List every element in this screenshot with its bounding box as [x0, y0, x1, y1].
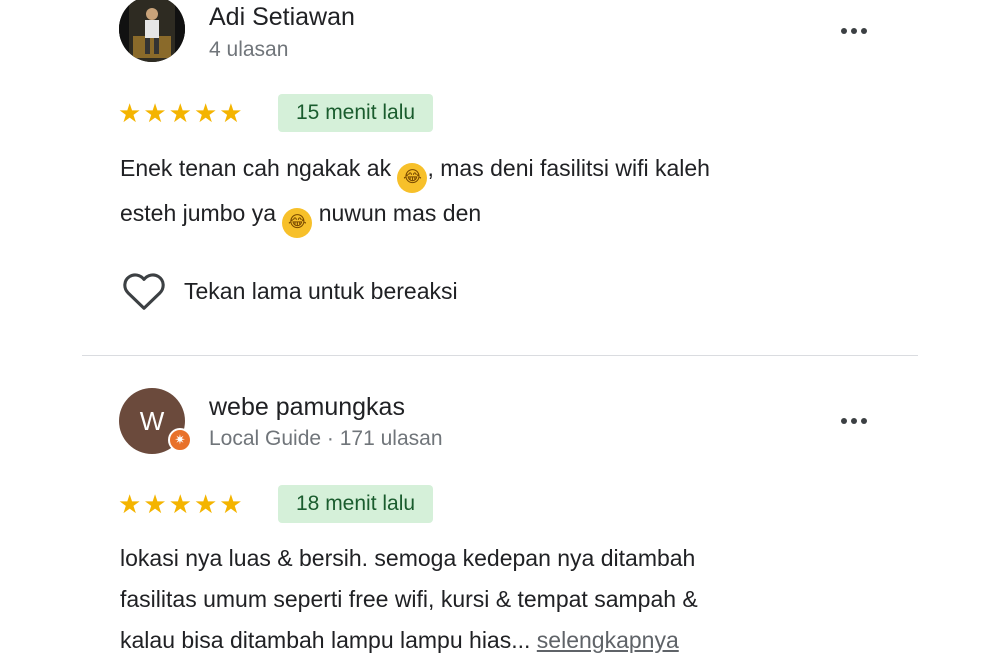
review-text: Enek tenan cah ngakak ak 😂, mas deni fas… — [120, 148, 900, 238]
star-icon: ★ — [168, 489, 192, 519]
author-meta: Local Guide · 171 ulasan — [209, 427, 443, 450]
dot-icon — [851, 28, 857, 34]
author-meta: 4 ulasan — [209, 38, 289, 61]
time-badge: 18 menit lalu — [278, 485, 434, 523]
review-text-segment: , mas deni fasilitsi wifi kaleh — [427, 155, 710, 181]
avatar-letter: W — [139, 405, 165, 436]
star-icon: ★ — [118, 98, 142, 128]
star-icon: ★ — [168, 98, 192, 128]
react-label: Tekan lama untuk bereaksi — [184, 277, 458, 304]
star-icon: ★ — [143, 489, 167, 519]
review-text-segment: esteh jumbo ya — [120, 200, 276, 226]
author-name[interactable]: Adi Setiawan — [209, 3, 355, 32]
local-guide-badge-icon: ✷ — [168, 428, 192, 452]
star-icon: ★ — [143, 98, 167, 128]
review-text-line: kalau bisa ditambah lampu lampu hias... — [120, 627, 537, 653]
review-text-segment: Enek tenan cah ngakak ak — [120, 155, 392, 181]
star-icon: ★ — [219, 98, 243, 128]
heart-icon — [123, 273, 165, 310]
dot-icon — [861, 28, 867, 34]
react-button[interactable]: Tekan lama untuk bereaksi — [122, 271, 458, 311]
more-options-button[interactable] — [834, 410, 874, 432]
avatar[interactable] — [119, 0, 185, 62]
review-text: lokasi nya luas & bersih. semoga kedepan… — [120, 538, 900, 661]
laughing-emoji-icon: 😂 — [397, 163, 428, 193]
dot-icon — [841, 28, 847, 34]
read-more-link[interactable]: selengkapnya — [537, 627, 679, 653]
star-rating: ★ ★ ★ ★ ★ — [118, 490, 243, 518]
person-photo-icon — [119, 0, 185, 62]
laughing-emoji-icon: 😂 — [282, 208, 313, 238]
dot-icon — [851, 418, 857, 424]
time-badge: 15 menit lalu — [278, 94, 434, 132]
review-text-line: lokasi nya luas & bersih. semoga kedepan… — [120, 545, 696, 571]
star-icon: ★ — [193, 489, 218, 519]
more-options-button[interactable] — [834, 20, 874, 42]
author-name[interactable]: webe pamungkas — [209, 393, 405, 422]
review-text-line: fasilitas umum seperti free wifi, kursi … — [120, 586, 698, 612]
review-text-segment: nuwun mas den — [312, 200, 482, 226]
star-icon: ★ — [118, 489, 142, 519]
star-icon: ★ — [193, 98, 218, 128]
dot-icon — [861, 418, 867, 424]
star-rating: ★ ★ ★ ★ ★ — [118, 99, 243, 127]
dot-icon — [841, 418, 847, 424]
star-icon: ★ — [219, 489, 243, 519]
divider — [82, 355, 918, 356]
